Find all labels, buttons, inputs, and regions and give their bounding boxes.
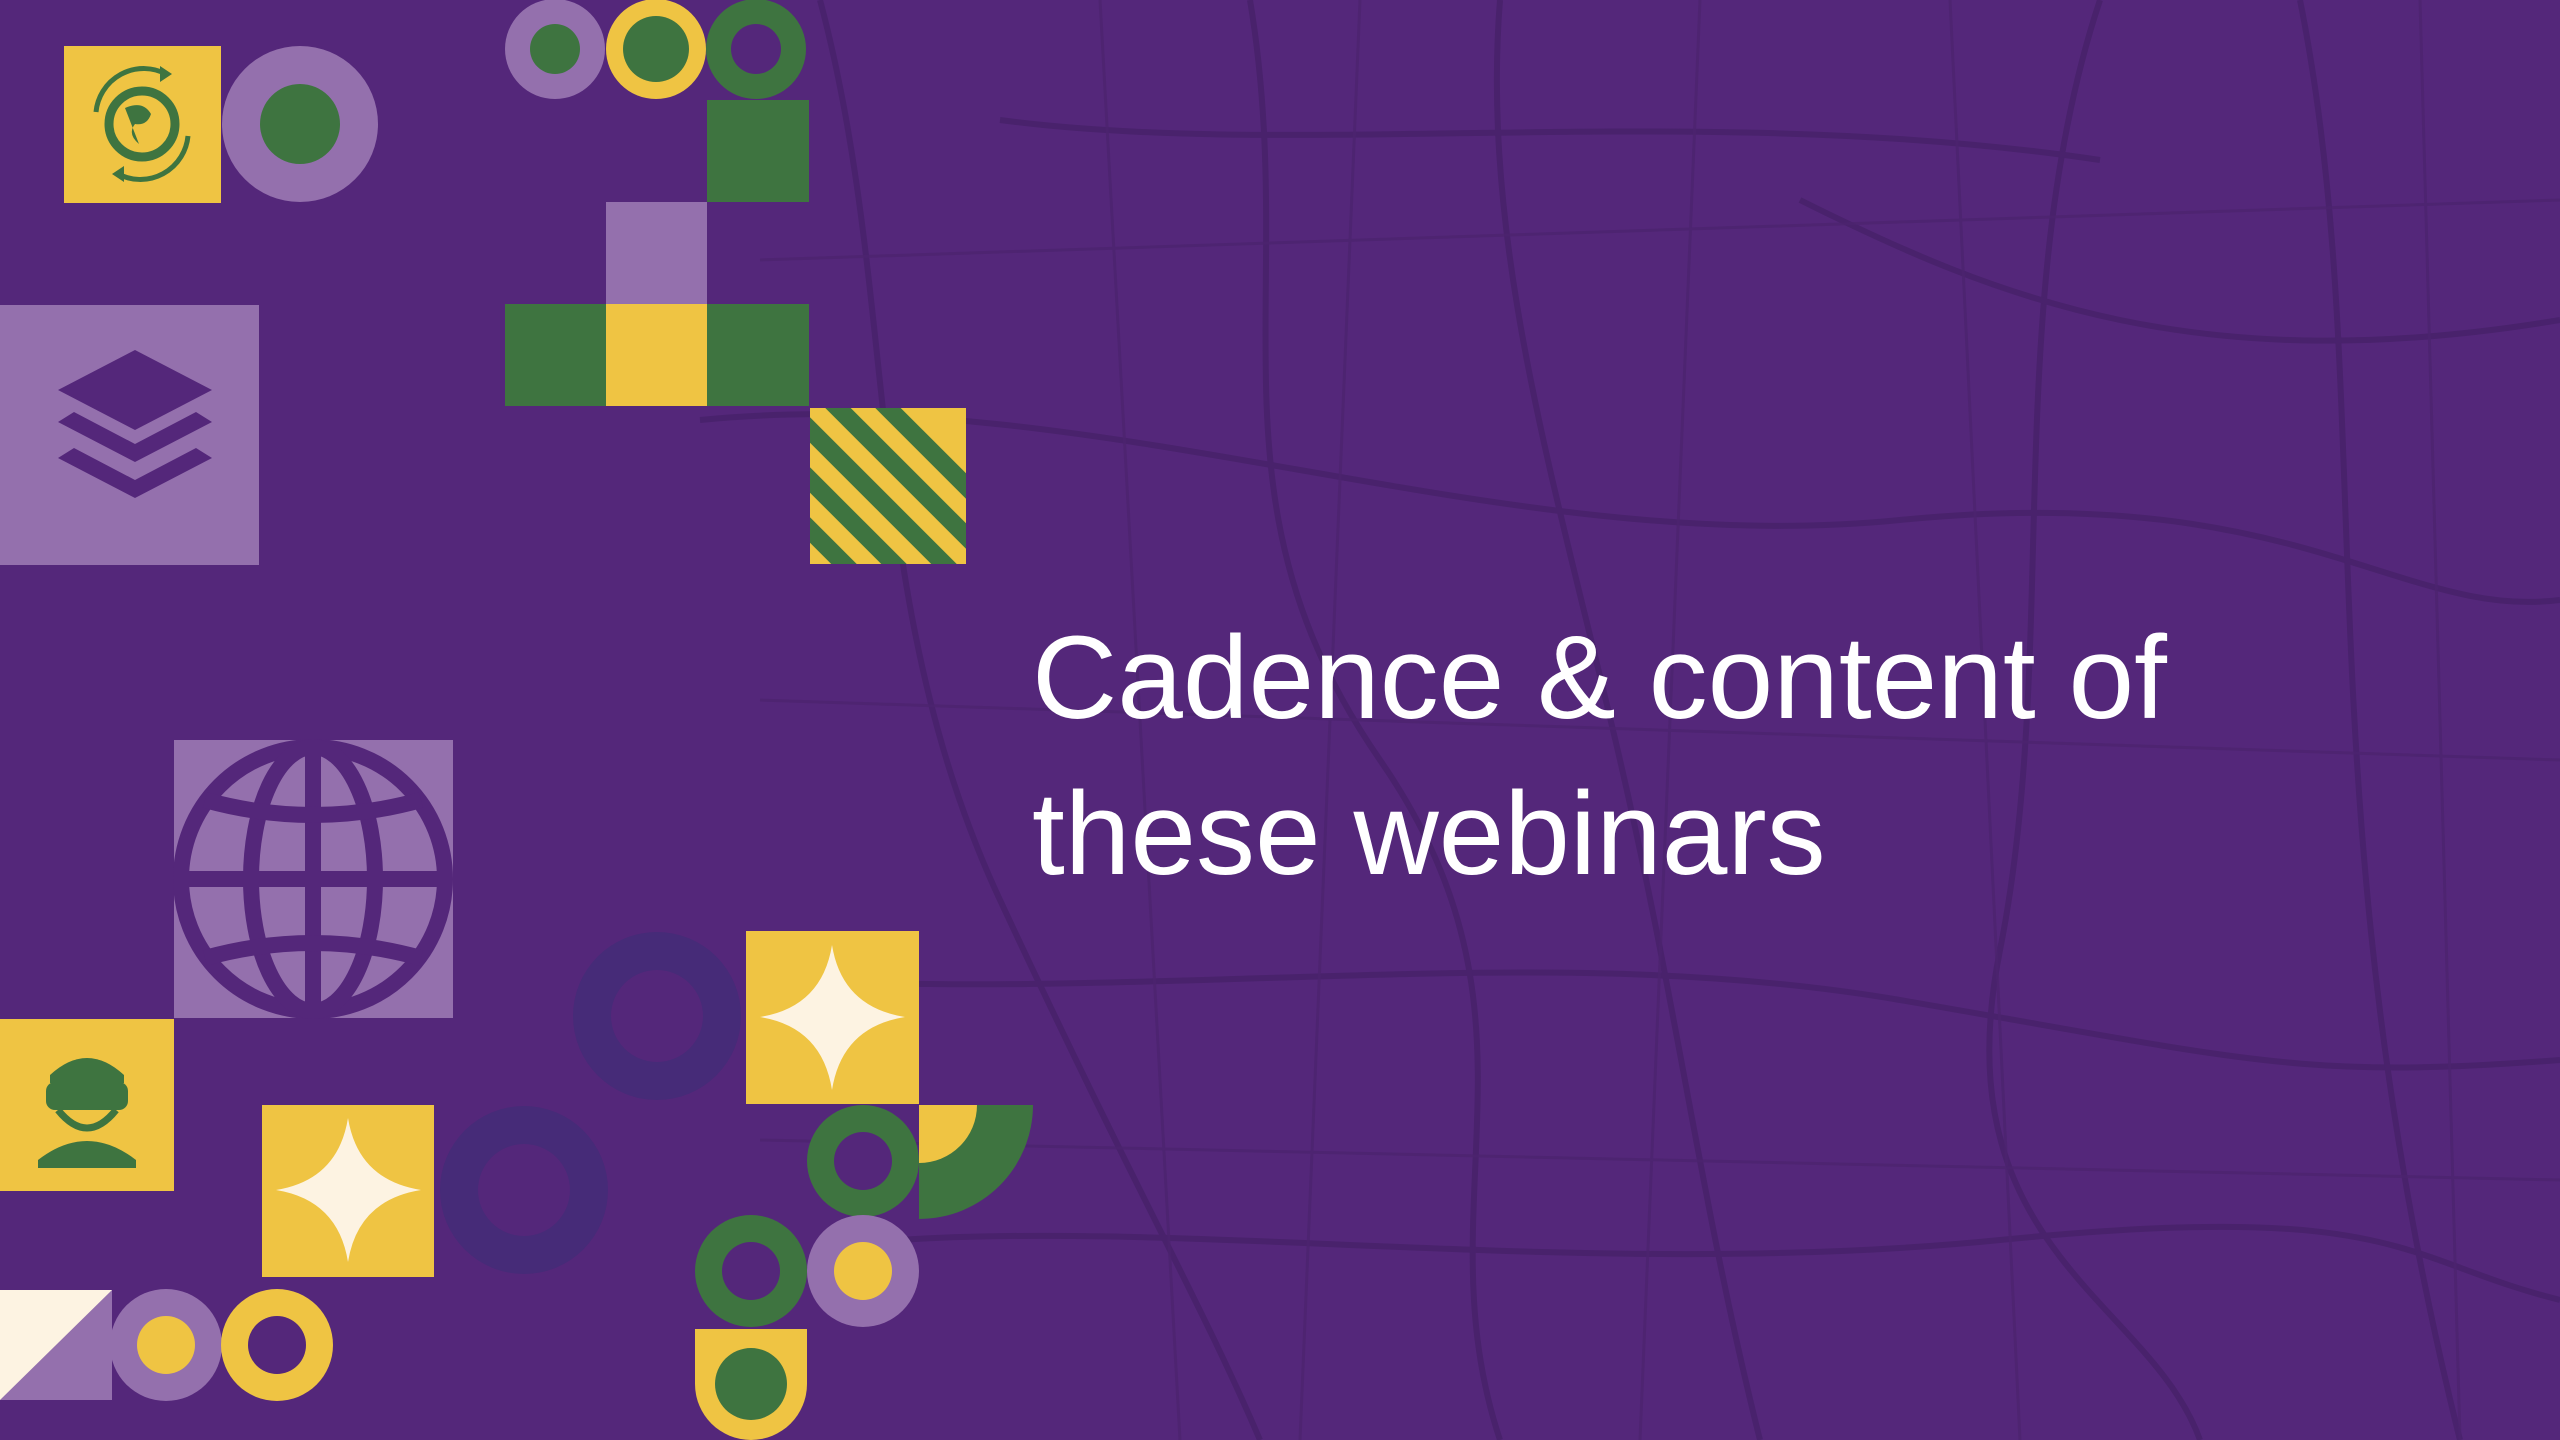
layers-icon — [0, 305, 259, 565]
slide-title: Cadence & content of these webinars — [1032, 600, 2472, 912]
slide: Cadence & content of these webinars — [0, 0, 2560, 1440]
slide-title-line-1: Cadence & content of — [1032, 612, 2167, 744]
world-globe-icon — [173, 739, 453, 1019]
striped-tile — [810, 408, 966, 564]
sparkle-icon — [746, 931, 919, 1104]
vr-headset-person-icon — [0, 1019, 174, 1191]
globe-cycle-icon — [64, 46, 221, 203]
sparkle-icon — [262, 1105, 434, 1277]
slide-title-line-2: these webinars — [1032, 768, 1826, 900]
